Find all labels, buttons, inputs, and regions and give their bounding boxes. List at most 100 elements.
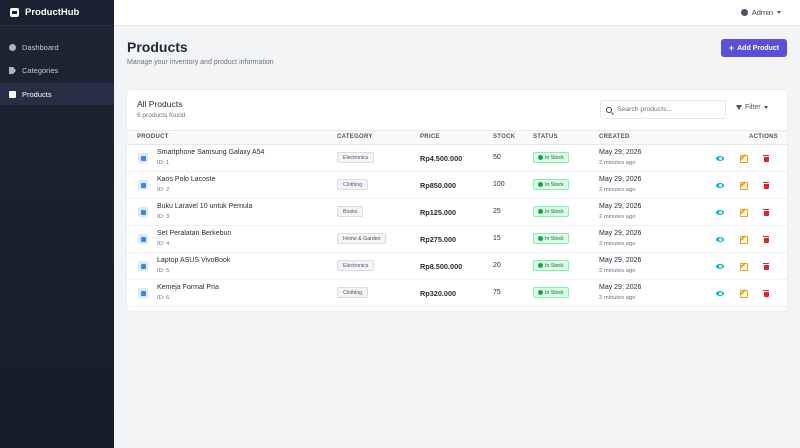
trash-icon[interactable] (762, 235, 770, 243)
add-product-button[interactable]: + Add Product (721, 39, 787, 57)
sidebar-item-categories[interactable]: Categories (0, 60, 114, 82)
column-header-actions: ACTIONS (749, 134, 779, 140)
user-menu[interactable]: Admin (740, 8, 781, 17)
table-row: Set Peralatan Berkebun ID: 4 Home & Gard… (127, 226, 787, 253)
column-header-created[interactable]: CREATED (599, 134, 630, 140)
eye-icon[interactable] (716, 289, 724, 297)
column-header-stock[interactable]: STOCK (493, 134, 515, 140)
edit-icon[interactable] (739, 181, 748, 190)
add-product-label: Add Product (737, 44, 780, 52)
product-name: Kaos Polo Lacoste (157, 176, 216, 183)
product-stock: 75 (493, 289, 501, 296)
box-icon (138, 180, 148, 190)
product-price: Rp320.000 (420, 289, 457, 298)
eye-icon[interactable] (716, 181, 724, 189)
eye-icon[interactable] (716, 154, 724, 162)
product-name: Set Peralatan Berkebun (157, 230, 232, 237)
status-badge: In Stock (533, 206, 569, 217)
category-badge: Electronics (337, 260, 375, 271)
tag-icon (9, 67, 16, 74)
product-name: Laptop ASUS VivoBook (157, 257, 231, 264)
filter-icon (736, 105, 742, 110)
edit-icon[interactable] (739, 262, 748, 271)
status-badge: In Stock (533, 233, 569, 244)
table-row: Laptop ASUS VivoBook ID: 5 Electronics R… (127, 253, 787, 280)
search-input[interactable] (617, 106, 717, 113)
search-box[interactable] (600, 100, 726, 119)
column-header-category[interactable]: CATEGORY (337, 134, 373, 140)
product-price: Rp850.000 (420, 181, 457, 190)
check-circle-icon (538, 155, 543, 160)
created-date: May 29, 2026 (599, 203, 642, 210)
created-date: May 29, 2026 (599, 176, 642, 183)
product-name: Kemeja Formal Pria (157, 284, 219, 291)
products-card: All Products 6 products found Filter PRO… (127, 90, 787, 311)
product-stock: 25 (493, 208, 501, 215)
sidebar: ProductHub Dashboard Categories Products (0, 0, 114, 448)
dashboard-icon (9, 43, 16, 51)
category-badge: Clothing (337, 287, 369, 298)
category-badge: Clothing (337, 179, 369, 190)
table-row: Kemeja Formal Pria ID: 6 Clothing Rp320.… (127, 280, 787, 307)
user-circle-icon (740, 9, 748, 16)
eye-icon[interactable] (716, 262, 724, 270)
product-id: ID: 5 (157, 268, 170, 274)
trash-icon[interactable] (762, 181, 770, 189)
eye-icon[interactable] (716, 235, 724, 243)
created-date: May 29, 2026 (599, 284, 642, 291)
product-stock: 20 (493, 262, 501, 269)
created-date: May 29, 2026 (599, 230, 642, 237)
product-stock: 15 (493, 235, 501, 242)
chevron-down-icon (763, 106, 768, 109)
created-ago: 2 minutes ago (599, 268, 636, 274)
plus-icon: + (728, 42, 735, 53)
edit-icon[interactable] (739, 235, 748, 244)
trash-icon[interactable] (762, 154, 770, 162)
sidebar-item-label: Products (22, 89, 52, 99)
search-icon (606, 106, 612, 113)
check-circle-icon (538, 236, 543, 241)
topbar: Admin (114, 0, 800, 26)
product-name: Buku Laravel 10 untuk Pemula (157, 203, 253, 210)
created-ago: 2 minutes ago (599, 160, 636, 166)
sidebar-item-products[interactable]: Products (0, 83, 114, 105)
eye-icon[interactable] (716, 208, 724, 216)
status-badge: In Stock (533, 152, 569, 163)
product-price: Rp125.000 (420, 208, 457, 217)
sidebar-item-dashboard[interactable]: Dashboard (0, 36, 114, 58)
box-icon (138, 234, 148, 244)
created-ago: 2 minutes ago (599, 187, 636, 193)
product-price: Rp8.500.000 (420, 262, 463, 271)
status-label: In Stock (545, 289, 564, 296)
status-label: In Stock (545, 235, 564, 242)
edit-icon[interactable] (739, 154, 748, 163)
status-label: In Stock (545, 208, 564, 215)
column-header-status[interactable]: STATUS (533, 134, 558, 140)
product-id: ID: 6 (157, 295, 170, 301)
filter-button[interactable]: Filter (736, 104, 768, 111)
brand[interactable]: ProductHub (0, 0, 114, 26)
check-circle-icon (538, 182, 543, 187)
created-ago: 2 minutes ago (599, 214, 636, 220)
product-id: ID: 2 (157, 187, 170, 193)
table-row: Smartphone Samsung Galaxy A54 ID: 1 Elec… (127, 145, 787, 172)
table-row: Buku Laravel 10 untuk Pemula ID: 3 Books… (127, 199, 787, 226)
sidebar-nav: Dashboard Categories Products (0, 36, 114, 105)
trash-icon[interactable] (762, 262, 770, 270)
table-header: PRODUCT CATEGORY PRICE STOCK STATUS CREA… (127, 130, 787, 145)
edit-icon[interactable] (739, 289, 748, 298)
column-header-product[interactable]: PRODUCT (137, 134, 169, 140)
product-id: ID: 1 (157, 160, 170, 166)
trash-icon[interactable] (762, 208, 770, 216)
main-content: Products Manage your inventory and produ… (114, 26, 800, 448)
column-header-price[interactable]: PRICE (420, 134, 440, 140)
box-icon (138, 288, 148, 298)
table-row: Kaos Polo Lacoste ID: 2 Clothing Rp850.0… (127, 172, 787, 199)
trash-icon[interactable] (762, 289, 770, 297)
user-label: Admin (751, 8, 773, 17)
status-label: In Stock (545, 154, 564, 161)
category-badge: Books (337, 206, 364, 217)
product-stock: 100 (493, 181, 505, 188)
edit-icon[interactable] (739, 208, 748, 217)
chevron-down-icon (777, 11, 781, 14)
